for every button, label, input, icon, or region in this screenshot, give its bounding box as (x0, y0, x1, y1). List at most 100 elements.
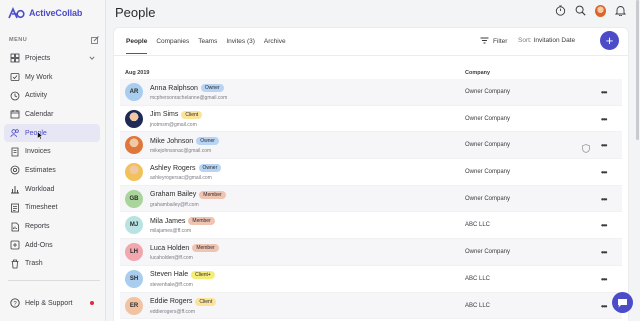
chat-button[interactable] (612, 292, 633, 313)
sidebar-item-estimates[interactable]: Estimates (4, 161, 100, 180)
table-row[interactable]: Ashley Rogers Owner ashleyrogersac@gmail.c… (120, 159, 622, 186)
tab-invites-3[interactable]: Invites (3) (226, 37, 255, 54)
tab-archive[interactable]: Archive (264, 37, 286, 54)
people-tabs: People Companies Teams Invites (3) Archive (126, 37, 286, 54)
chevron-down-icon[interactable] (89, 55, 95, 61)
sidebar-item-label: Timesheet (25, 204, 58, 212)
sidebar-item-invoices[interactable]: Invoices (4, 142, 100, 161)
table-row[interactable]: AR Anna Ralphson Owner mcphersonrachelanne@… (120, 79, 622, 106)
person-name[interactable]: Mila James (150, 218, 185, 225)
more-options-icon[interactable]: ••• (601, 275, 607, 284)
activity-icon (10, 91, 20, 101)
person-email: mikejohnsonac@gmail.com (150, 148, 212, 155)
sidebar-item-label: Calendar (25, 110, 54, 118)
table-row[interactable]: MJ Mila James Member milajames@ff.com ABC LL… (120, 212, 622, 240)
person-name[interactable]: Jim Sims (150, 111, 178, 118)
sidebar-item-trash[interactable]: Trash (4, 255, 100, 274)
menu-label: MENU (9, 37, 28, 43)
add-ons-icon (10, 240, 20, 250)
person-company: Owner Company (465, 142, 511, 149)
bell-icon[interactable] (615, 5, 626, 16)
avatar: SH (125, 269, 143, 288)
sidebar-item-label: People (25, 129, 47, 137)
person-name[interactable]: Graham Bailey (150, 191, 196, 198)
sort-value: Invitation Date (533, 37, 576, 44)
person-name-line: Jim Sims Client (150, 110, 203, 119)
mouse-cursor-icon (37, 131, 43, 140)
tab-companies[interactable]: Companies (156, 37, 189, 54)
more-options-icon[interactable]: ••• (601, 221, 607, 230)
sidebar-item-activity[interactable]: Activity (4, 86, 100, 105)
sort-dropdown[interactable]: Sort: Invitation Date (518, 37, 575, 44)
sidebar: ActiveCollab MENU Projects My Work Activit… (0, 0, 106, 321)
role-badge: Client (195, 297, 217, 306)
sidebar-item-label: Activity (25, 92, 48, 100)
more-options-icon[interactable]: ••• (601, 115, 607, 124)
shield-icon (582, 140, 590, 154)
table-row[interactable]: ER Eddie Rogers Client eddierogers@ff.com AB… (120, 292, 622, 320)
person-name[interactable]: Ashley Rogers (150, 165, 196, 172)
people-list: AR Anna Ralphson Owner mcphersonrachelanne@… (120, 79, 622, 320)
tabs-divider (114, 55, 628, 56)
role-badge: Owner (200, 84, 224, 92)
menu-header: MENU (9, 36, 99, 44)
page-scrollbar[interactable] (636, 0, 639, 140)
sidebar-item-label: Invoices (25, 148, 51, 156)
sidebar-item-label: Workload (25, 185, 55, 193)
edit-menu-icon[interactable] (91, 36, 99, 44)
search-icon[interactable] (575, 5, 586, 16)
person-email: lucaholden@ff.com (150, 255, 193, 262)
role-badge: Client (181, 110, 203, 119)
sidebar-nav: Projects My Work Activity Calendar People Inv… (4, 49, 100, 273)
person-name[interactable]: Eddie Rogers (150, 298, 192, 305)
table-row[interactable]: LH Luca Holden Member lucaholden@ff.com Owne… (120, 239, 622, 266)
person-email: mcphersonrachelanne@gmail.com (150, 95, 228, 101)
more-options-icon[interactable]: ••• (601, 195, 607, 204)
role-badge: Member (188, 217, 215, 226)
add-person-button[interactable]: + (600, 31, 619, 50)
table-row[interactable]: Jim Sims Client jnotmsm@gmail.com Owner Com… (120, 106, 622, 133)
stopwatch-icon[interactable] (555, 5, 566, 16)
my-work-icon (10, 72, 20, 82)
table-row[interactable]: SH Steven Hale Client+ stevenhale@ff.com ABC… (120, 266, 622, 293)
person-name-line: Anna Ralphson Owner (150, 84, 224, 92)
filter-label: Filter (493, 38, 508, 45)
table-row[interactable]: Mike Johnson Owner mikejohnsonac@gmail.com… (120, 132, 622, 160)
more-options-icon[interactable]: ••• (601, 88, 607, 97)
sidebar-item-projects[interactable]: Projects (4, 49, 100, 68)
tab-people[interactable]: People (126, 37, 148, 54)
more-options-icon[interactable]: ••• (601, 248, 607, 257)
people-card: People Companies Teams Invites (3) Archive F… (114, 28, 628, 321)
sidebar-item-my-work[interactable]: My Work (4, 68, 100, 87)
company-column-header: Company (465, 70, 491, 76)
sidebar-item-people[interactable]: People (4, 123, 100, 143)
sidebar-item-reports[interactable]: Reports (4, 217, 100, 236)
role-badge: Member (199, 190, 226, 199)
notification-dot (90, 301, 94, 305)
table-row[interactable]: GB Graham Bailey Member grahambailey@ff.com… (120, 185, 622, 213)
people-icon (10, 128, 20, 138)
help-support-link[interactable]: ? Help & Support (10, 298, 96, 308)
brand-logo[interactable]: ActiveCollab (8, 5, 82, 21)
tab-teams[interactable]: Teams (198, 37, 217, 54)
sidebar-item-workload[interactable]: Workload (4, 180, 100, 199)
avatar (125, 136, 143, 155)
more-options-icon[interactable]: ••• (601, 168, 607, 177)
user-avatar[interactable] (595, 4, 606, 17)
person-name-line: Mila James Member (150, 217, 215, 226)
person-company: ABC LLC (465, 222, 491, 229)
filter-button[interactable]: Filter (480, 37, 507, 46)
filter-icon (480, 37, 489, 46)
sidebar-item-add-ons[interactable]: Add-Ons (4, 236, 100, 255)
sidebar-item-timesheet[interactable]: Timesheet (4, 199, 100, 218)
more-options-icon[interactable]: ••• (601, 302, 607, 311)
avatar: MJ (125, 216, 143, 235)
person-company: ABC LLC (465, 302, 491, 309)
person-name[interactable]: Steven Hale (150, 271, 188, 278)
sidebar-item-calendar[interactable]: Calendar (4, 105, 100, 124)
more-options-icon[interactable]: ••• (601, 141, 607, 150)
person-name-line: Eddie Rogers Client (150, 297, 217, 306)
person-name[interactable]: Anna Ralphson (150, 85, 198, 92)
person-name[interactable]: Luca Holden (150, 245, 189, 252)
person-name[interactable]: Mike Johnson (150, 138, 193, 145)
